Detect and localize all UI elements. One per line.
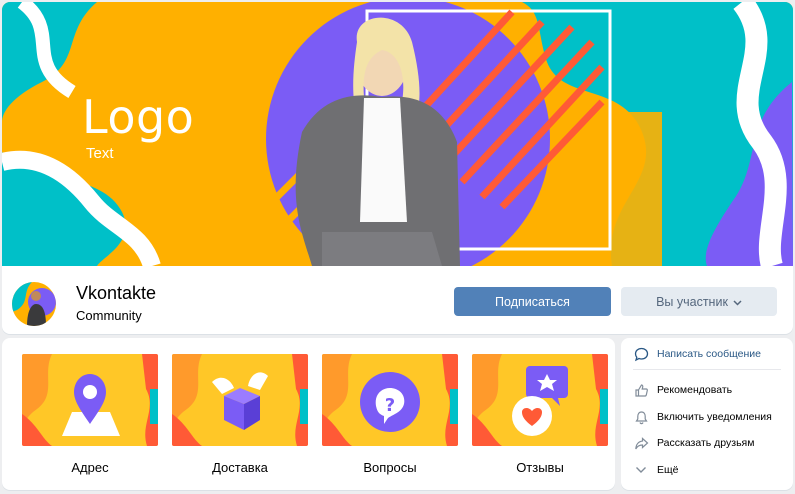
- subscribe-button[interactable]: Подписаться: [454, 287, 611, 316]
- menu-label: Адрес: [71, 460, 109, 475]
- chevron-down-icon: [733, 295, 742, 309]
- svg-text:?: ?: [385, 395, 395, 416]
- more-button[interactable]: Ещё: [633, 462, 678, 478]
- share-button[interactable]: Рассказать друзьям: [633, 435, 754, 451]
- menu-item-reviews[interactable]: Отзывы: [472, 354, 608, 475]
- community-menu: Адрес Доставка ? Вопросы Отзывы: [2, 338, 615, 490]
- chevron-down-icon: [633, 462, 649, 478]
- more-label: Ещё: [657, 464, 679, 476]
- recommend-label: Рекомендовать: [657, 384, 733, 396]
- bell-icon: [633, 409, 649, 425]
- menu-thumb-delivery: [172, 354, 308, 446]
- community-actions: Написать сообщение Рекомендовать Включит…: [621, 338, 793, 490]
- recommend-button[interactable]: Рекомендовать: [633, 382, 732, 398]
- menu-thumb-address: [22, 354, 158, 446]
- community-name: Vkontakte: [76, 283, 157, 303]
- divider: [633, 369, 781, 370]
- avatar[interactable]: [12, 282, 56, 326]
- menu-label: Отзывы: [516, 460, 564, 475]
- write-message-label: Написать сообщение: [657, 348, 761, 360]
- community-page: Logo Text Vkontakte Community Подписатьс…: [0, 0, 795, 494]
- cover-logo-text: Logo: [82, 90, 195, 144]
- thumbs-up-icon: [633, 382, 649, 398]
- menu-thumb-questions: ?: [322, 354, 458, 446]
- profile-row: Vkontakte Community Подписаться Вы участ…: [2, 266, 793, 334]
- community-header: Logo Text Vkontakte Community Подписатьс…: [2, 2, 793, 334]
- community-type: Community: [76, 308, 142, 323]
- menu-item-questions[interactable]: ? Вопросы: [322, 354, 458, 475]
- menu-label: Вопросы: [363, 460, 417, 475]
- enable-notifications-label: Включить уведомления: [657, 411, 772, 423]
- cover-subtext: Text: [86, 145, 114, 162]
- menu-item-address[interactable]: Адрес: [22, 354, 158, 475]
- menu-thumb-reviews: [472, 354, 608, 446]
- menu-label: Доставка: [212, 460, 268, 475]
- menu-item-delivery[interactable]: Доставка: [172, 354, 308, 475]
- share-label: Рассказать друзьям: [657, 437, 755, 449]
- question-bubble-icon: ?: [360, 372, 420, 432]
- member-status-button[interactable]: Вы участник: [621, 287, 777, 316]
- cover-image: Logo Text: [2, 2, 793, 266]
- share-arrow-icon: [633, 435, 649, 451]
- write-message-button[interactable]: Написать сообщение: [633, 346, 761, 362]
- enable-notifications-button[interactable]: Включить уведомления: [633, 409, 772, 425]
- message-icon: [633, 346, 649, 362]
- member-status-label: Вы участник: [656, 294, 728, 309]
